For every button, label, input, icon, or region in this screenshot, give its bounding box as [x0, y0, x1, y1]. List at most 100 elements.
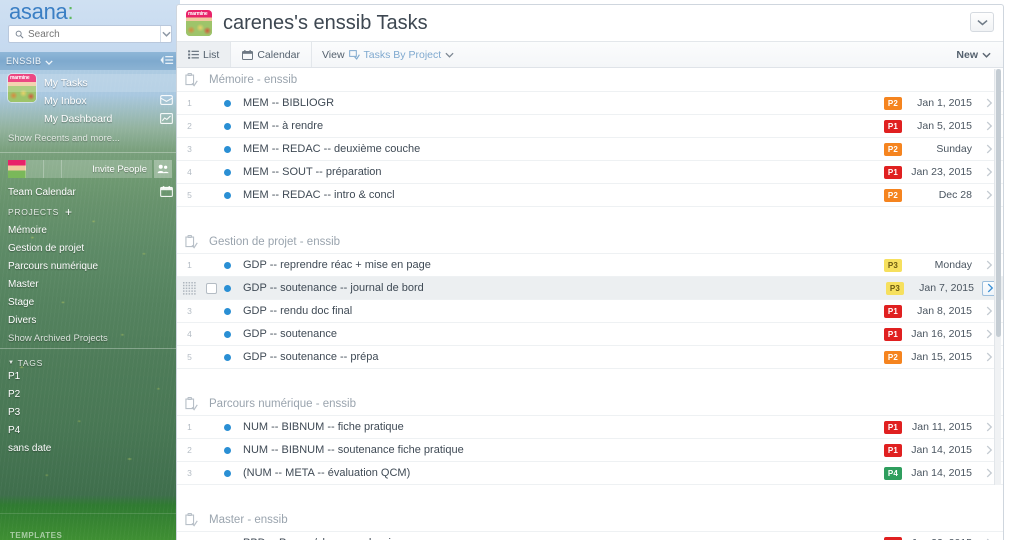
task-status-dot[interactable] — [224, 191, 231, 199]
asana-logo[interactable]: asana: — [9, 0, 74, 24]
vertical-scrollbar[interactable] — [994, 69, 1001, 485]
due-date[interactable]: Jan 7, 2015 — [912, 282, 974, 294]
due-date[interactable]: Jan 11, 2015 — [910, 421, 972, 433]
task-status-dot[interactable] — [224, 307, 231, 315]
due-date[interactable]: Monday — [910, 259, 972, 271]
table-row[interactable]: 2 MEM -- à rendre P1 Jan 5, 2015 — [177, 115, 1003, 138]
sidebar-project-master[interactable]: Master — [0, 275, 180, 293]
collapse-sidebar-icon[interactable] — [160, 52, 174, 70]
sidebar-project-memoire[interactable]: Mémoire — [0, 221, 180, 239]
task-group-header[interactable]: Mémoire - enssib — [177, 68, 1003, 92]
sidebar-bottom-partial[interactable]: TEMPLATES — [0, 528, 180, 540]
due-date[interactable]: Jan 16, 2015 — [910, 328, 972, 340]
task-status-dot[interactable] — [224, 284, 231, 292]
priority-tag[interactable]: P4 — [883, 466, 902, 480]
task-group-header[interactable]: Master - enssib — [177, 508, 1003, 532]
sidebar-tag-p3[interactable]: P3 — [0, 403, 180, 421]
scrollbar-thumb[interactable] — [996, 69, 1001, 337]
task-group-header[interactable]: Parcours numérique - enssib — [177, 392, 1003, 416]
table-row[interactable]: 5 GDP -- soutenance -- prépa P2 Jan 15, … — [177, 346, 1003, 369]
task-group-header[interactable]: Gestion de projet - enssib — [177, 230, 1003, 254]
drag-handle-icon[interactable] — [183, 281, 196, 295]
add-people-icon[interactable] — [154, 160, 172, 178]
sidebar-tag-p1[interactable]: P1 — [0, 367, 180, 385]
priority-tag[interactable]: P3 — [883, 258, 902, 272]
sidebar-item-my-inbox[interactable]: My Inbox — [0, 92, 180, 110]
sidebar-project-parcours-numerique[interactable]: Parcours numérique — [0, 257, 180, 275]
due-date[interactable]: Jan 5, 2015 — [910, 120, 972, 132]
table-row[interactable]: 5 MEM -- REDAC -- intro & concl P2 Dec 2… — [177, 184, 1003, 207]
sidebar-tag-p2[interactable]: P2 — [0, 385, 180, 403]
show-archived-projects-link[interactable]: Show Archived Projects — [0, 329, 180, 347]
due-date[interactable]: Jan 14, 2015 — [910, 467, 972, 479]
workspace-switcher[interactable]: ENSSIB — [0, 52, 180, 70]
due-date[interactable]: Jan 23, 2015 — [910, 166, 972, 178]
sidebar-project-stage[interactable]: Stage — [0, 293, 180, 311]
tab-calendar[interactable]: Calendar — [231, 42, 312, 67]
task-status-dot[interactable] — [224, 353, 231, 361]
due-date[interactable]: Jan 14, 2015 — [910, 444, 972, 456]
priority-tag[interactable]: P2 — [883, 142, 902, 156]
priority-tag[interactable]: P2 — [883, 96, 902, 110]
member-avatar[interactable] — [8, 160, 26, 178]
table-row[interactable]: 1 MEM -- BIBLIOGR P2 Jan 1, 2015 — [177, 92, 1003, 115]
row-meta: P1 Jan 8, 2015 — [883, 303, 1003, 319]
priority-tag[interactable]: P1 — [883, 536, 902, 540]
task-status-dot[interactable] — [224, 122, 231, 130]
task-status-dot[interactable] — [224, 261, 231, 269]
member-avatar[interactable] — [26, 160, 44, 178]
add-project-icon[interactable]: + — [65, 206, 73, 218]
table-row[interactable]: 1 NUM -- BIBNUM -- fiche pratique P1 Jan… — [177, 416, 1003, 439]
new-button[interactable]: New — [944, 42, 1003, 67]
tab-list[interactable]: List — [177, 42, 232, 67]
search-input[interactable] — [28, 28, 160, 40]
due-date[interactable]: Jan 15, 2015 — [910, 351, 972, 363]
sidebar-tag-p4[interactable]: P4 — [0, 421, 180, 439]
priority-tag[interactable]: P2 — [883, 188, 902, 202]
priority-tag[interactable]: P1 — [883, 443, 902, 457]
task-status-dot[interactable] — [224, 423, 231, 431]
task-complete-checkbox[interactable] — [206, 282, 217, 294]
sidebar-project-gestion-de-projet[interactable]: Gestion de projet — [0, 239, 180, 257]
search-dropdown-button[interactable] — [160, 26, 171, 42]
sidebar-item-my-tasks[interactable]: My Tasks — [0, 74, 180, 92]
priority-tag[interactable]: P2 — [883, 350, 902, 364]
priority-tag[interactable]: P3 — [885, 281, 904, 295]
table-row[interactable]: 1 PBD -- Penser/classer -- dossier P1 Ja… — [177, 532, 1003, 540]
priority-tag[interactable]: P1 — [883, 165, 902, 179]
invite-people-button[interactable]: Invite People — [62, 160, 152, 178]
open-task-details-button[interactable] — [980, 535, 998, 540]
table-row[interactable]: 2 NUM -- BIBNUM -- soutenance fiche prat… — [177, 439, 1003, 462]
header-menu-button[interactable] — [970, 12, 994, 32]
show-recents-link[interactable]: Show Recents and more... — [8, 133, 120, 144]
task-status-dot[interactable] — [224, 99, 231, 107]
due-date[interactable]: Jan 1, 2015 — [910, 97, 972, 109]
priority-tag[interactable]: P1 — [883, 327, 902, 341]
table-row[interactable]: 3 GDP -- rendu doc final P1 Jan 8, 2015 — [177, 300, 1003, 323]
due-date[interactable]: Dec 28 — [910, 189, 972, 201]
sidebar-tag-sans-date[interactable]: sans date — [0, 439, 180, 457]
table-row[interactable]: 3 (NUM -- META -- évaluation QCM) P4 Jan… — [177, 462, 1003, 485]
table-row[interactable]: 4 MEM -- SOUT -- préparation P1 Jan 23, … — [177, 161, 1003, 184]
table-row[interactable]: 3 MEM -- REDAC -- deuxième couche P2 Sun… — [177, 138, 1003, 161]
sidebar-item-my-dashboard[interactable]: My Dashboard — [0, 110, 180, 128]
sidebar-item-team-calendar[interactable]: Team Calendar — [0, 183, 180, 201]
view-selector[interactable]: View Tasks By Project — [312, 42, 464, 67]
table-row[interactable]: 1 GDP -- reprendre réac + mise en page P… — [177, 254, 1003, 277]
due-date[interactable]: Jan 8, 2015 — [910, 305, 972, 317]
row-drag-handle[interactable] — [177, 281, 202, 295]
priority-tag[interactable]: P1 — [883, 420, 902, 434]
task-status-dot[interactable] — [224, 446, 231, 454]
task-status-dot[interactable] — [224, 168, 231, 176]
search-box[interactable] — [8, 25, 172, 43]
due-date[interactable]: Sunday — [910, 143, 972, 155]
task-status-dot[interactable] — [224, 469, 231, 477]
member-avatar[interactable] — [44, 160, 62, 178]
priority-tag[interactable]: P1 — [883, 304, 902, 318]
table-row[interactable]: 4 GDP -- soutenance P1 Jan 16, 2015 — [177, 323, 1003, 346]
task-status-dot[interactable] — [224, 330, 231, 338]
table-row[interactable]: GDP -- soutenance -- journal de bord P3 … — [177, 277, 1003, 300]
priority-tag[interactable]: P1 — [883, 119, 902, 133]
sidebar-project-divers[interactable]: Divers — [0, 311, 180, 329]
task-status-dot[interactable] — [224, 145, 231, 153]
